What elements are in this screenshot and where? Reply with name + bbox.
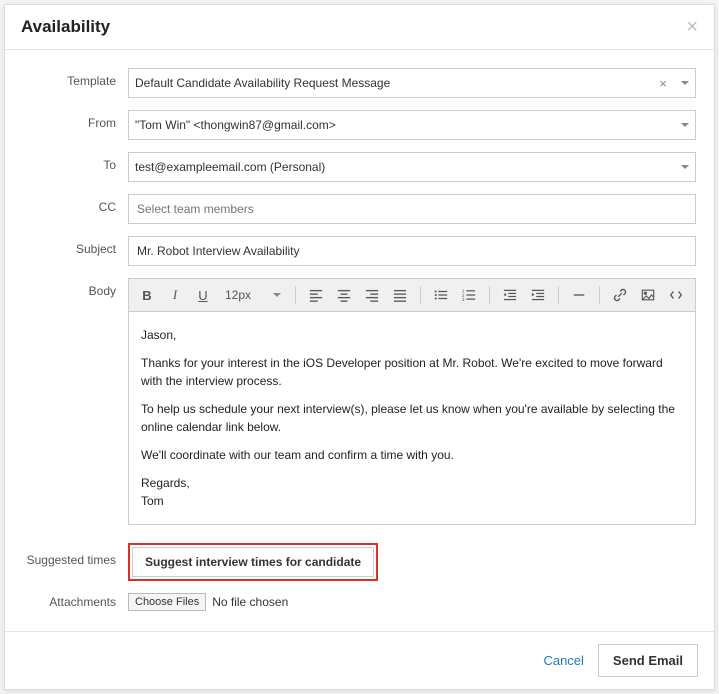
align-left-icon[interactable] (304, 283, 328, 307)
label-suggested-times: Suggested times (23, 543, 128, 567)
modal-title: Availability (21, 17, 110, 37)
body-line: Jason, (141, 326, 683, 344)
separator (558, 286, 559, 304)
to-select[interactable]: test@exampleemail.com (Personal) (128, 152, 696, 182)
row-body: Body B I U 12px (23, 278, 696, 525)
chevron-down-icon (681, 165, 689, 169)
link-icon[interactable] (608, 283, 632, 307)
cc-input[interactable] (128, 194, 696, 224)
template-select[interactable]: Default Candidate Availability Request M… (128, 68, 696, 98)
row-template: Template Default Candidate Availability … (23, 68, 696, 98)
row-cc: CC (23, 194, 696, 224)
ordered-list-icon[interactable]: 123 (457, 283, 481, 307)
send-email-button[interactable]: Send Email (598, 644, 698, 677)
row-to: To test@exampleemail.com (Personal) (23, 152, 696, 182)
file-input-area: Choose Files No file chosen (128, 593, 696, 611)
suggest-times-button[interactable]: Suggest interview times for candidate (132, 547, 374, 577)
align-right-icon[interactable] (360, 283, 384, 307)
image-icon[interactable] (636, 283, 660, 307)
file-status: No file chosen (212, 595, 288, 609)
horizontal-rule-icon[interactable] (567, 283, 591, 307)
from-select[interactable]: "Tom Win" <thongwin87@gmail.com> (128, 110, 696, 140)
clear-template-icon[interactable]: × (659, 76, 667, 91)
separator (295, 286, 296, 304)
separator (489, 286, 490, 304)
close-icon[interactable]: × (686, 17, 698, 37)
modal-body: Template Default Candidate Availability … (5, 50, 714, 631)
font-size-value: 12px (225, 288, 251, 302)
row-suggested-times: Suggested times Suggest interview times … (23, 543, 696, 581)
unordered-list-icon[interactable] (429, 283, 453, 307)
row-attachments: Attachments Choose Files No file chosen (23, 593, 696, 611)
availability-modal: Availability × Template Default Candidat… (4, 4, 715, 690)
label-body: Body (23, 278, 128, 298)
body-line: Regards,Tom (141, 474, 683, 510)
template-value: Default Candidate Availability Request M… (135, 76, 659, 90)
label-to: To (23, 152, 128, 172)
choose-files-button[interactable]: Choose Files (128, 593, 206, 611)
subject-input[interactable] (128, 236, 696, 266)
bold-icon[interactable]: B (135, 283, 159, 307)
label-from: From (23, 110, 128, 130)
underline-icon[interactable]: U (191, 283, 215, 307)
label-template: Template (23, 68, 128, 88)
chevron-down-icon (681, 123, 689, 127)
modal-header: Availability × (5, 5, 714, 50)
outdent-icon[interactable] (498, 283, 522, 307)
editor-toolbar: B I U 12px 123 (129, 279, 695, 312)
row-subject: Subject (23, 236, 696, 266)
svg-text:3: 3 (462, 297, 465, 302)
to-value: test@exampleemail.com (Personal) (135, 160, 677, 174)
label-subject: Subject (23, 236, 128, 256)
align-justify-icon[interactable] (388, 283, 412, 307)
highlight-box: Suggest interview times for candidate (128, 543, 378, 581)
body-line: We'll coordinate with our team and confi… (141, 446, 683, 464)
modal-footer: Cancel Send Email (5, 631, 714, 689)
editor-content[interactable]: Jason, Thanks for your interest in the i… (129, 312, 695, 524)
code-view-icon[interactable] (664, 283, 688, 307)
row-from: From "Tom Win" <thongwin87@gmail.com> (23, 110, 696, 140)
align-center-icon[interactable] (332, 283, 356, 307)
body-line: To help us schedule your next interview(… (141, 400, 683, 436)
font-size-select[interactable]: 12px (219, 283, 287, 307)
body-line: Thanks for your interest in the iOS Deve… (141, 354, 683, 390)
chevron-down-icon (273, 293, 281, 297)
editor: B I U 12px 123 (128, 278, 696, 525)
indent-icon[interactable] (526, 283, 550, 307)
chevron-down-icon (681, 81, 689, 85)
from-value: "Tom Win" <thongwin87@gmail.com> (135, 118, 677, 132)
italic-icon[interactable]: I (163, 283, 187, 307)
separator (420, 286, 421, 304)
label-attachments: Attachments (23, 593, 128, 609)
separator (599, 286, 600, 304)
label-cc: CC (23, 194, 128, 214)
cancel-button[interactable]: Cancel (543, 653, 583, 668)
